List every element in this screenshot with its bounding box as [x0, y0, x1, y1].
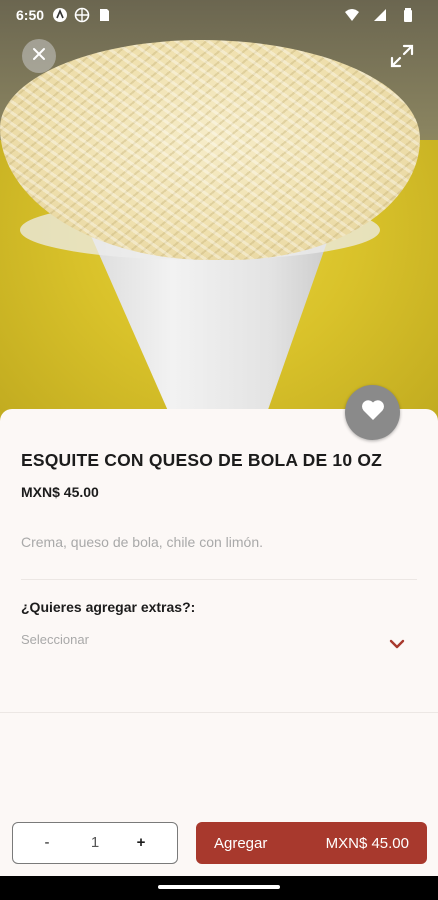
extras-label: ¿Quieres agregar extras?: — [21, 599, 196, 615]
wifi-icon — [344, 7, 360, 23]
battery-icon — [400, 7, 416, 23]
divider — [21, 579, 417, 580]
product-image — [0, 0, 438, 440]
quantity-value: 1 — [90, 834, 100, 851]
product-title: ESQUITE CON QUESO DE BOLA DE 10 OZ — [21, 450, 383, 470]
product-price: MXN$ 45.00 — [21, 484, 99, 500]
chevron-down-icon — [387, 634, 407, 654]
cell-signal-icon — [372, 7, 388, 23]
home-gesture-handle[interactable] — [158, 885, 280, 889]
expand-image-button[interactable] — [386, 42, 418, 74]
decrease-quantity-button[interactable]: - — [35, 823, 59, 863]
sd-card-icon — [96, 7, 112, 23]
add-to-cart-button[interactable]: Agregar MXN$ 45.00 — [196, 822, 427, 864]
increase-quantity-button[interactable]: + — [129, 823, 153, 863]
product-description: Crema, queso de bola, chile con limón. — [21, 534, 264, 550]
add-button-amount: MXN$ 45.00 — [325, 834, 409, 852]
extras-select[interactable]: Seleccionar — [21, 626, 417, 660]
status-time: 6:50 — [16, 7, 45, 23]
extras-select-placeholder: Seleccionar — [21, 632, 89, 647]
section-divider — [0, 712, 438, 713]
heart-icon — [360, 398, 386, 427]
close-icon — [31, 46, 47, 67]
favorite-button[interactable] — [345, 385, 400, 440]
quantity-stepper: - 1 + — [12, 822, 178, 864]
network-icon — [74, 7, 90, 23]
status-bar: 6:50 — [0, 0, 438, 30]
add-button-label: Agregar — [214, 834, 268, 852]
expand-icon — [389, 43, 415, 74]
a-circle-icon — [52, 7, 68, 23]
close-button[interactable] — [22, 39, 56, 73]
